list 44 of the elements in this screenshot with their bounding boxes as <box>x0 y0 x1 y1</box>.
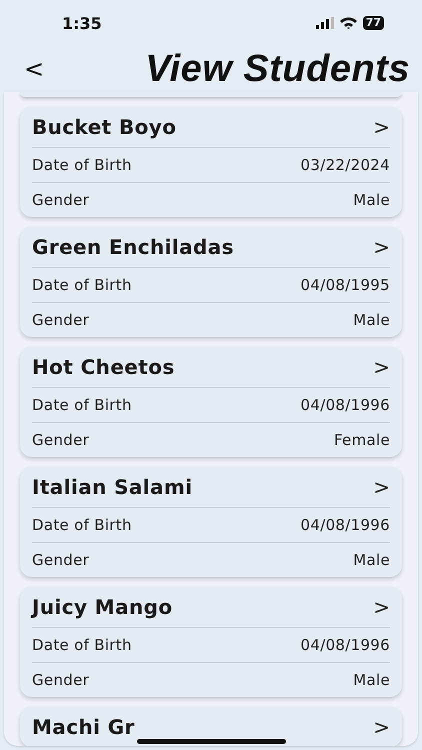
field-value: 04/08/1996 <box>300 516 390 534</box>
student-name: Machi Gr <box>32 715 135 739</box>
student-card[interactable]: Juicy Mango > Date of Birth 04/08/1996 Gender Male <box>20 587 402 697</box>
field-label: Gender <box>32 431 90 449</box>
status-time: 1:35 <box>62 14 102 32</box>
field-label: Gender <box>32 191 90 209</box>
field-label: Gender <box>32 311 90 329</box>
chevron-button[interactable]: > <box>373 475 390 499</box>
wifi-icon <box>340 17 357 29</box>
student-card[interactable]: Green Enchiladas > Date of Birth 04/08/1995 Gender Male <box>20 227 402 337</box>
field-value: 03/22/2024 <box>300 156 390 174</box>
chevron-button[interactable]: > <box>373 235 390 259</box>
field-label: Date of Birth <box>32 396 132 414</box>
field-value: Male <box>353 551 390 569</box>
student-card[interactable]: Machi Gr > <box>20 707 402 746</box>
field-label: Date of Birth <box>32 636 132 654</box>
field-label: Gender <box>32 551 90 569</box>
student-card[interactable]: Hot Cheetos > Date of Birth 04/08/1996 Gender Female <box>20 347 402 457</box>
field-label: Date of Birth <box>32 156 132 174</box>
field-value: 04/08/1996 <box>300 396 390 414</box>
battery-level: 77 <box>362 16 384 30</box>
field-value: Male <box>353 191 390 209</box>
field-value: 04/08/1995 <box>300 276 390 294</box>
student-name: Hot Cheetos <box>32 355 175 379</box>
field-value: Male <box>353 311 390 329</box>
field-label: Gender <box>32 671 90 689</box>
student-name: Green Enchiladas <box>32 235 234 259</box>
field-value: 04/08/1996 <box>300 636 390 654</box>
student-name: Bucket Boyo <box>32 115 176 139</box>
student-card[interactable]: Italian Salami > Date of Birth 04/08/1996 Gender Male <box>20 467 402 577</box>
page-title: View Students <box>145 48 410 90</box>
field-value: Male <box>353 671 390 689</box>
student-name: Juicy Mango <box>32 595 172 619</box>
chevron-button[interactable]: > <box>373 355 390 379</box>
student-name: Italian Salami <box>32 475 192 499</box>
field-label: Date of Birth <box>32 516 132 534</box>
chevron-button[interactable]: > <box>373 595 390 619</box>
chevron-button[interactable]: > <box>373 115 390 139</box>
signal-icon <box>316 17 334 29</box>
student-card[interactable]: Bucket Boyo > Date of Birth 03/22/2024 Gender Male <box>20 107 402 217</box>
field-label: Date of Birth <box>32 276 132 294</box>
chevron-button[interactable]: > <box>373 715 390 739</box>
back-button[interactable]: < <box>18 55 50 83</box>
field-value: Female <box>334 431 390 449</box>
